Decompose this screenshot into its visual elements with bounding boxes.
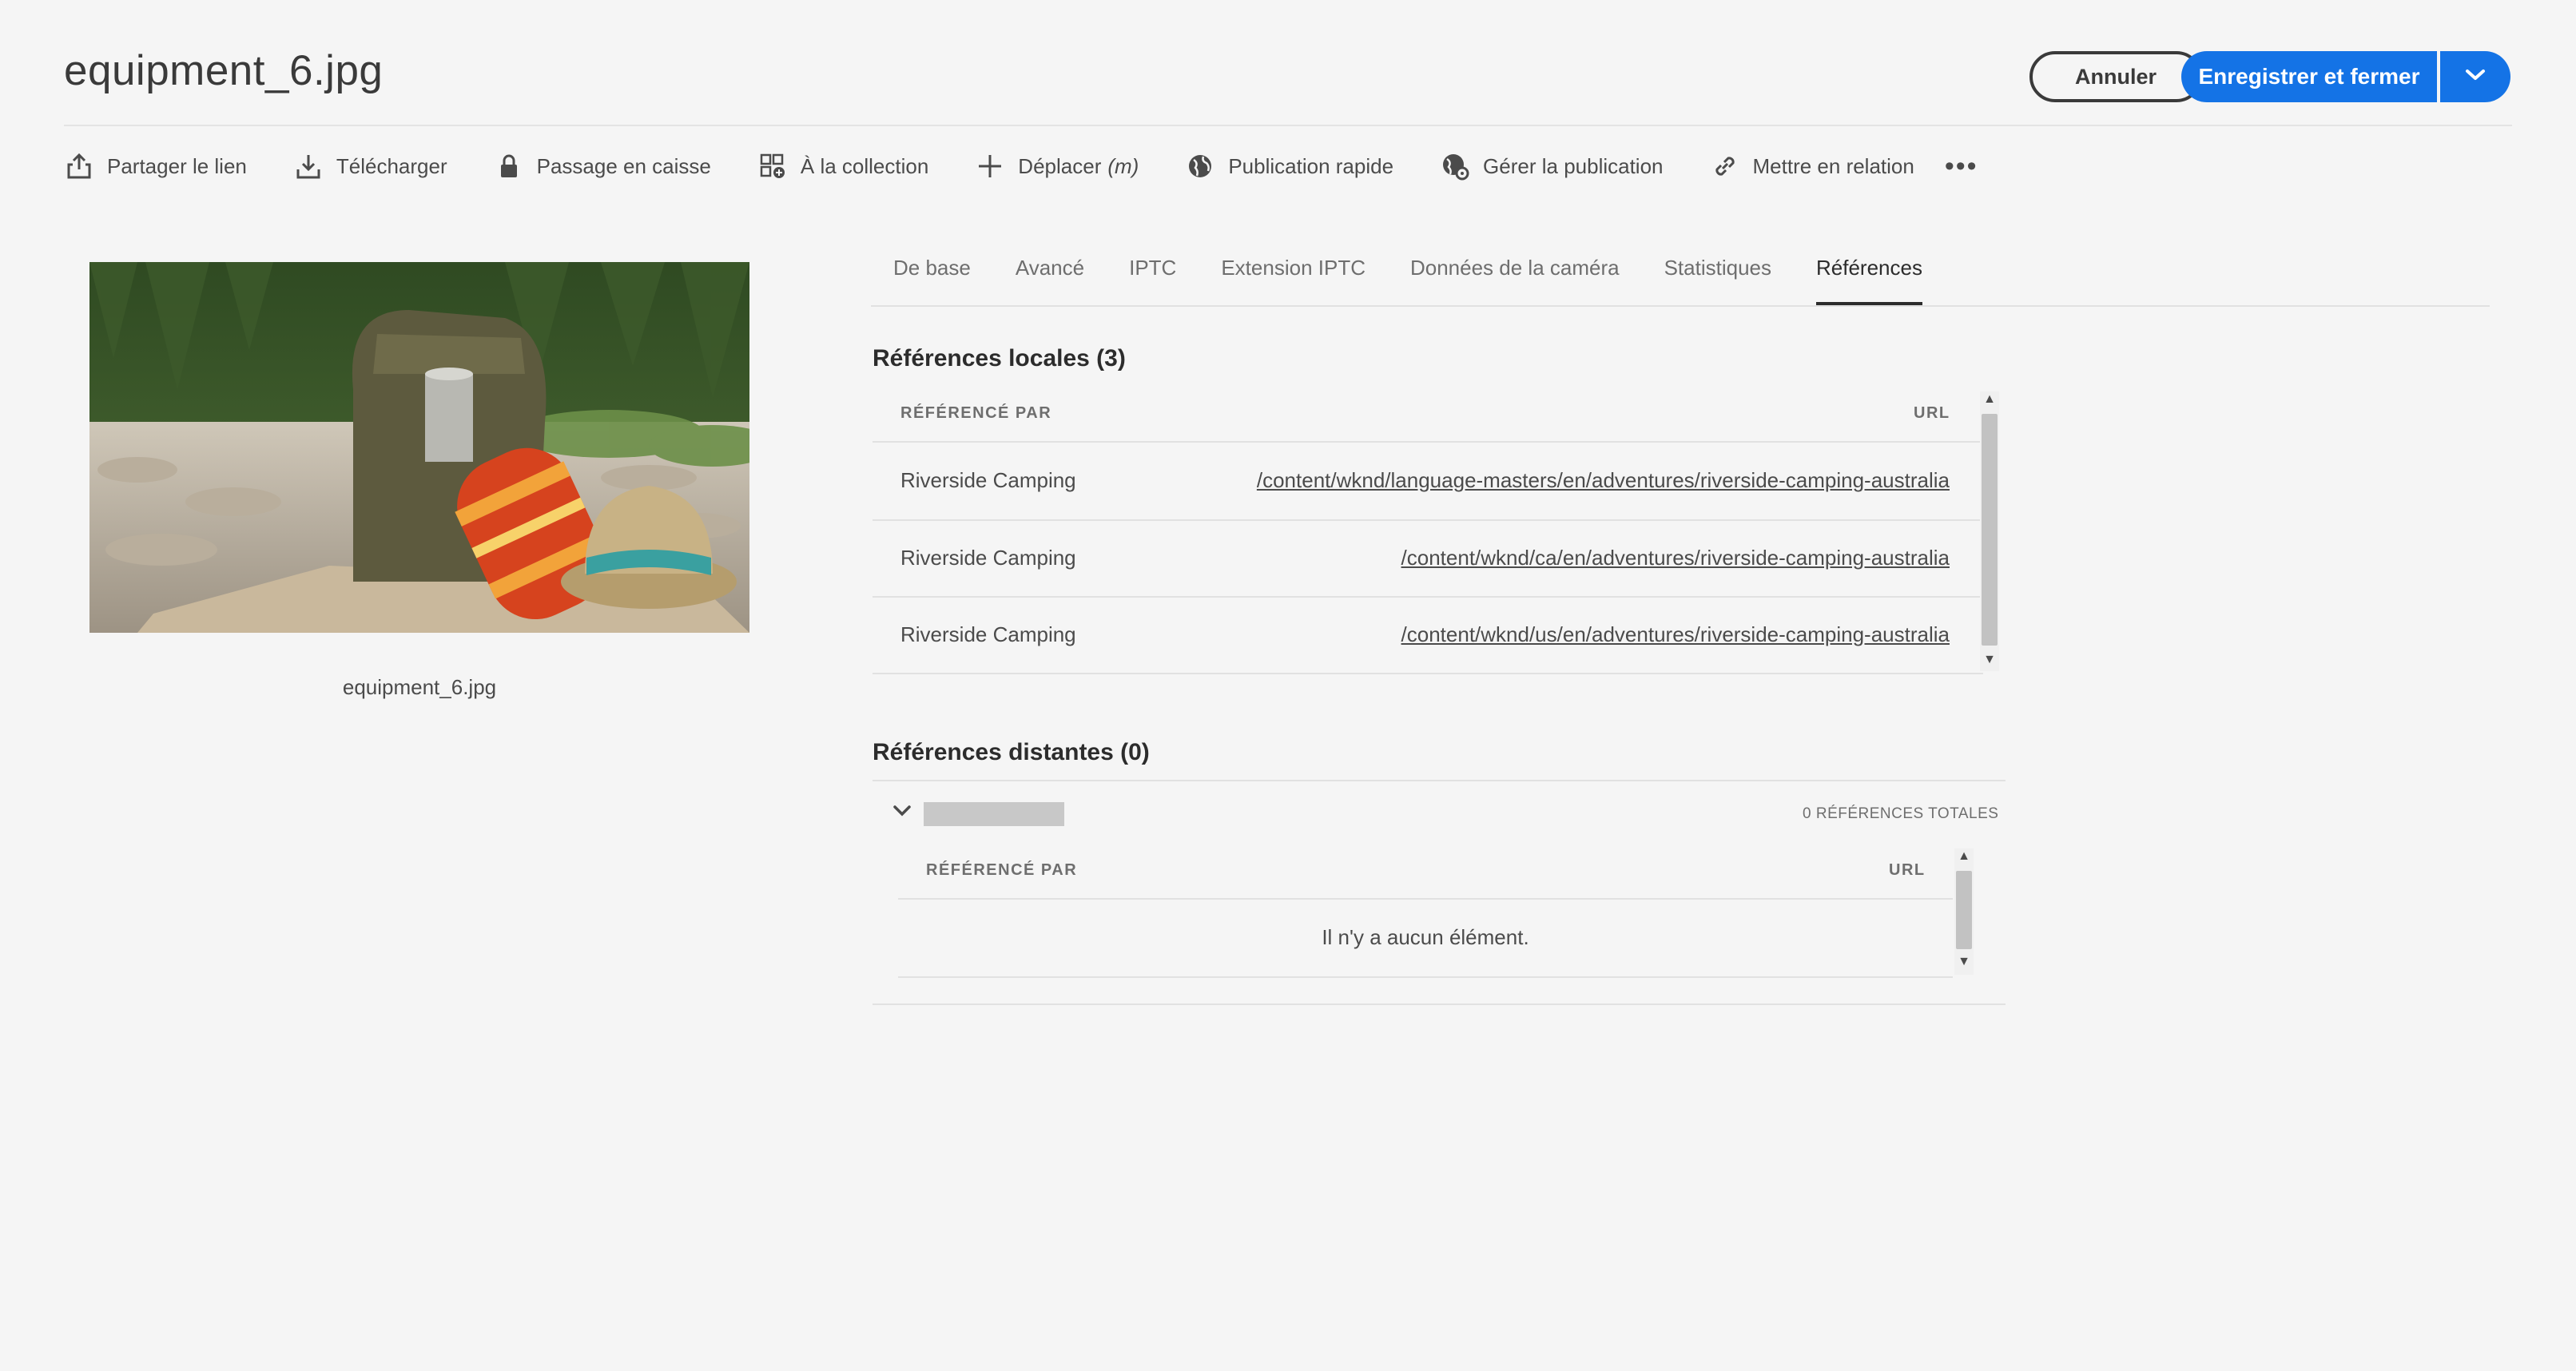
checkout-action[interactable]: Passage en caisse bbox=[494, 142, 711, 190]
share-link-action[interactable]: Partager le lien bbox=[64, 142, 247, 190]
local-col-url: URL bbox=[1914, 404, 1950, 422]
local-header-divider bbox=[873, 441, 1983, 443]
chevron-down-icon bbox=[2465, 69, 2486, 85]
scroll-down-icon[interactable]: ▼ bbox=[1980, 654, 1999, 666]
local-row-1-name: Riverside Camping bbox=[900, 468, 1076, 492]
tab-camera-data[interactable]: Données de la caméra bbox=[1388, 241, 1642, 304]
relate-label: Mettre en relation bbox=[1752, 153, 1914, 178]
remote-col-referenced-by: RÉFÉRENCÉ PAR bbox=[926, 861, 1078, 879]
download-action[interactable]: Télécharger bbox=[293, 142, 447, 190]
local-row-divider bbox=[873, 596, 1983, 598]
page-title: equipment_6.jpg bbox=[64, 47, 384, 94]
scroll-up-icon[interactable]: ▲ bbox=[1980, 393, 1999, 406]
globe-icon bbox=[1185, 151, 1215, 181]
action-bar: Partager le lien Télécharger Passage en … bbox=[64, 142, 1978, 190]
share-link-label: Partager le lien bbox=[107, 153, 247, 178]
remote-references-title: Références distantes (0) bbox=[873, 739, 1150, 765]
remote-section-bottom bbox=[873, 1003, 2006, 1005]
download-label: Télécharger bbox=[336, 153, 447, 178]
lock-icon bbox=[494, 151, 524, 181]
remote-table-header-divider bbox=[898, 898, 1953, 900]
move-action[interactable]: Déplacer (m) bbox=[975, 142, 1139, 190]
local-row-3-name: Riverside Camping bbox=[900, 622, 1076, 646]
preview-caption: equipment_6.jpg bbox=[342, 675, 497, 699]
expand-chevron-icon[interactable] bbox=[892, 804, 912, 822]
local-scrollbar-thumb[interactable] bbox=[1982, 414, 1998, 646]
save-options-dropdown[interactable] bbox=[2440, 51, 2510, 102]
globe-gear-icon bbox=[1440, 151, 1470, 181]
move-label: Déplacer bbox=[1018, 153, 1102, 178]
remote-header-divider bbox=[873, 780, 2006, 781]
move-shortcut: (m) bbox=[1107, 153, 1139, 178]
scroll-down-icon[interactable]: ▼ bbox=[1954, 956, 1974, 968]
scroll-up-icon[interactable]: ▲ bbox=[1954, 850, 1974, 863]
local-row-2-name: Riverside Camping bbox=[900, 546, 1076, 570]
add-to-collection-icon bbox=[757, 151, 788, 181]
remote-scrollbar-thumb[interactable] bbox=[1956, 871, 1972, 949]
manage-publication-label: Gérer la publication bbox=[1483, 153, 1664, 178]
save-and-close-button[interactable]: Enregistrer et fermer bbox=[2181, 51, 2437, 102]
empty-state-message: Il n'y a aucun élément. bbox=[1322, 925, 1529, 949]
download-icon bbox=[293, 151, 324, 181]
local-table-bottom bbox=[873, 673, 1983, 674]
more-actions-icon[interactable]: ••• bbox=[1945, 151, 1978, 182]
metadata-tabs: De base Avancé IPTC Extension IPTC Donné… bbox=[871, 241, 2490, 307]
remote-total-count: 0 RÉFÉRENCES TOTALES bbox=[1803, 805, 1999, 822]
local-row-2-url[interactable]: /content/wknd/ca/en/adventures/riverside… bbox=[1214, 546, 1950, 570]
relate-action[interactable]: Mettre en relation bbox=[1710, 142, 1914, 190]
tab-iptc[interactable]: IPTC bbox=[1107, 241, 1199, 304]
tab-statistics[interactable]: Statistiques bbox=[1642, 241, 1794, 304]
local-col-referenced-by: RÉFÉRENCÉ PAR bbox=[900, 404, 1052, 422]
tab-iptc-extension[interactable]: Extension IPTC bbox=[1199, 241, 1388, 304]
add-to-collection-label: À la collection bbox=[800, 153, 929, 178]
tab-advanced[interactable]: Avancé bbox=[993, 241, 1107, 304]
tab-references[interactable]: Références bbox=[1794, 241, 1945, 305]
local-references-title: Références locales (3) bbox=[873, 345, 1126, 372]
quick-publish-label: Publication rapide bbox=[1228, 153, 1394, 178]
move-icon bbox=[975, 151, 1005, 181]
remote-col-url: URL bbox=[1889, 861, 1926, 879]
link-icon bbox=[1710, 151, 1740, 181]
quick-publish-action[interactable]: Publication rapide bbox=[1185, 142, 1393, 190]
share-icon bbox=[64, 151, 94, 181]
remote-source-name bbox=[924, 802, 1064, 826]
asset-preview-image bbox=[89, 262, 749, 633]
checkout-label: Passage en caisse bbox=[536, 153, 711, 178]
add-to-collection-action[interactable]: À la collection bbox=[757, 142, 928, 190]
tab-basic[interactable]: De base bbox=[871, 241, 993, 304]
cancel-button[interactable]: Annuler bbox=[2029, 51, 2202, 102]
local-row-1-url[interactable]: /content/wknd/language-masters/en/advent… bbox=[1214, 468, 1950, 493]
local-row-3-url[interactable]: /content/wknd/us/en/adventures/riverside… bbox=[1214, 622, 1950, 647]
header-divider bbox=[64, 125, 2512, 126]
manage-publication-action[interactable]: Gérer la publication bbox=[1440, 142, 1664, 190]
local-row-divider bbox=[873, 519, 1983, 521]
remote-table-bottom bbox=[898, 976, 1953, 978]
